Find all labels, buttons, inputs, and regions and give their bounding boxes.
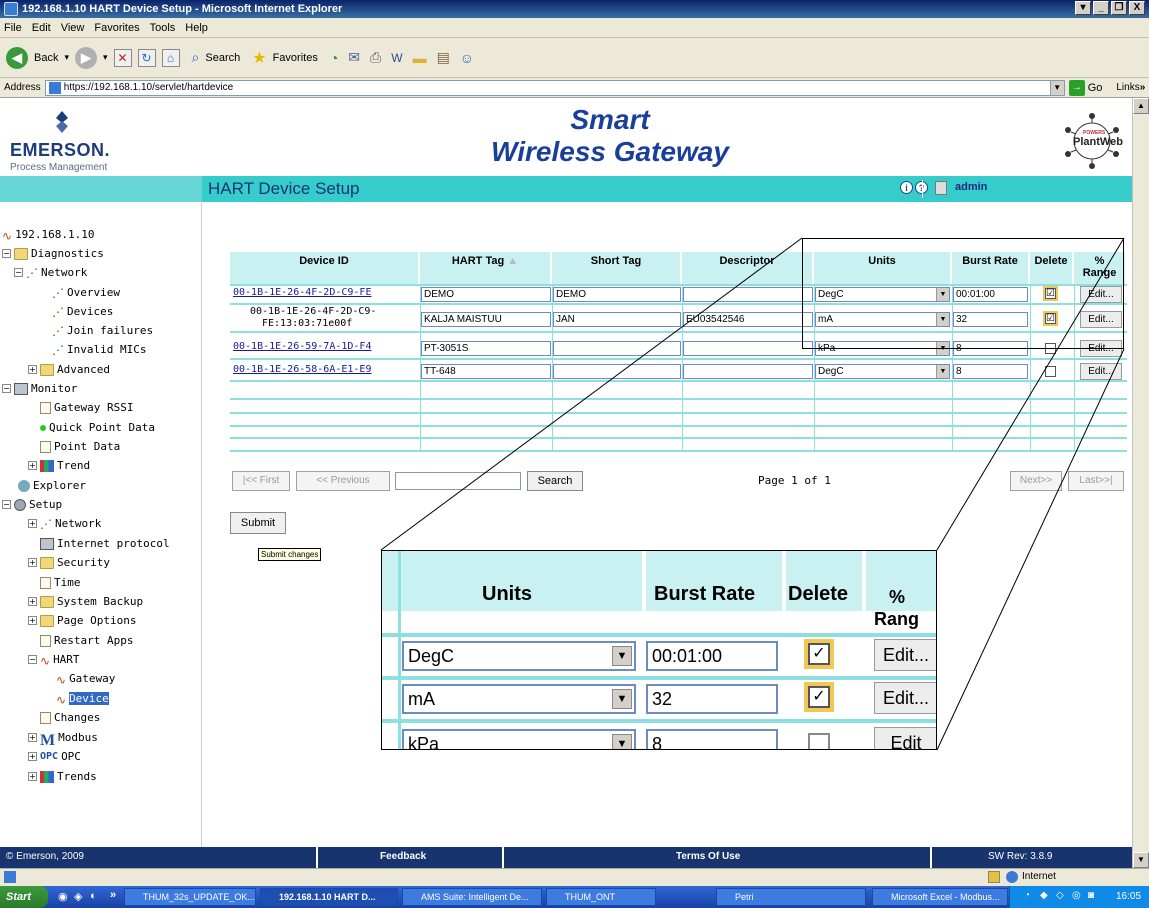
browser-status-bar: Internet xyxy=(0,868,1149,886)
zoom-delete-header: Delete xyxy=(788,583,849,605)
zoom-row-divider xyxy=(382,676,936,680)
zoom-row-divider xyxy=(382,633,936,637)
zoom-edit-button[interactable]: Edit... xyxy=(874,682,936,714)
internet-zone-icon xyxy=(1006,871,1018,883)
zoom-edit-button[interactable]: Edit xyxy=(874,727,936,749)
lock-icon xyxy=(988,871,1000,883)
quicklaunch-icon[interactable]: ◈ xyxy=(74,890,82,903)
page-footer: © Emerson, 2009 Feedback Terms Of Use SW… xyxy=(0,847,1132,868)
start-button[interactable]: Start xyxy=(0,886,48,908)
system-tray: ◔ ◆ ◇ ◎ ◙ 16:05 xyxy=(1009,886,1149,908)
taskbar-item[interactable]: Microsoft Excel - Modbus... xyxy=(872,888,1008,906)
zoom-burst-header: Burst Rate xyxy=(654,583,756,605)
tray-icon[interactable]: ◙ xyxy=(1088,890,1094,901)
chevron-right-icon[interactable]: » xyxy=(110,889,116,901)
footer-divider xyxy=(316,847,318,868)
taskbar: Start ◉ ◈ ◐ » THUM_32s_UPDATE_OK.... 192… xyxy=(0,886,1149,908)
zoom-delete-checkbox[interactable]: ✓ xyxy=(808,686,830,708)
zoom-inset: Units Burst Rate Delete % Rang DegC ▼ 00:… xyxy=(381,550,937,750)
zoom-units-value: kPa xyxy=(408,734,440,750)
tray-icon[interactable]: ◔ xyxy=(1024,890,1030,901)
zoom-source-box xyxy=(802,238,1124,349)
tray-icon[interactable]: ◇ xyxy=(1056,890,1064,901)
page-status-icon xyxy=(4,871,16,883)
zoom-units-value: DegC xyxy=(408,646,455,666)
zoom-units-select[interactable]: DegC ▼ xyxy=(402,641,636,671)
zoom-pct-header: % xyxy=(889,587,906,607)
zoom-delete-checkbox[interactable] xyxy=(808,733,830,749)
tray-icon[interactable]: ◎ xyxy=(1072,890,1081,901)
dropdown-arrow-icon: ▼ xyxy=(612,646,632,666)
tray-icon[interactable]: ◆ xyxy=(1040,890,1048,901)
taskbar-item[interactable]: AMS Suite: Intelligent De... xyxy=(402,888,542,906)
terms-link[interactable]: Terms Of Use xyxy=(676,851,740,862)
quicklaunch-icon[interactable]: ◐ xyxy=(90,890,97,902)
feedback-link[interactable]: Feedback xyxy=(380,851,426,862)
zoom-row-divider xyxy=(382,719,936,723)
zoom-callout-lines xyxy=(380,237,1125,751)
zoom-burst-input[interactable]: 8 xyxy=(646,729,778,749)
taskbar-item[interactable]: THUM_ONT xyxy=(546,888,656,906)
footer-divider xyxy=(930,847,932,868)
zoom-units-select[interactable]: kPa ▼ xyxy=(402,729,636,750)
zoom-units-value: mA xyxy=(408,689,435,709)
zoom-delete-checkbox[interactable]: ✓ xyxy=(808,643,830,665)
dropdown-arrow-icon: ▼ xyxy=(612,734,632,749)
sw-revision: SW Rev: 3.8.9 xyxy=(988,851,1053,862)
taskbar-item[interactable]: Petri xyxy=(716,888,866,906)
copyright: © Emerson, 2009 xyxy=(6,851,84,862)
zoom-burst-input[interactable]: 32 xyxy=(646,684,778,714)
zoom-units-select[interactable]: mA ▼ xyxy=(402,684,636,714)
taskbar-item-active[interactable]: 192.168.1.10 HART D... xyxy=(260,888,398,906)
zoom-units-header: Units xyxy=(482,583,532,605)
dropdown-arrow-icon: ▼ xyxy=(612,689,632,709)
zoom-range-header: Rang xyxy=(874,609,919,629)
quicklaunch-icon[interactable]: ◉ xyxy=(58,890,68,903)
clock: 16:05 xyxy=(1116,891,1142,902)
zoom-edit-button[interactable]: Edit... xyxy=(874,639,936,671)
zone-label: Internet xyxy=(1022,871,1056,882)
taskbar-item[interactable]: THUM_32s_UPDATE_OK.... xyxy=(124,888,256,906)
zoom-burst-input[interactable]: 00:01:00 xyxy=(646,641,778,671)
footer-divider xyxy=(502,847,504,868)
